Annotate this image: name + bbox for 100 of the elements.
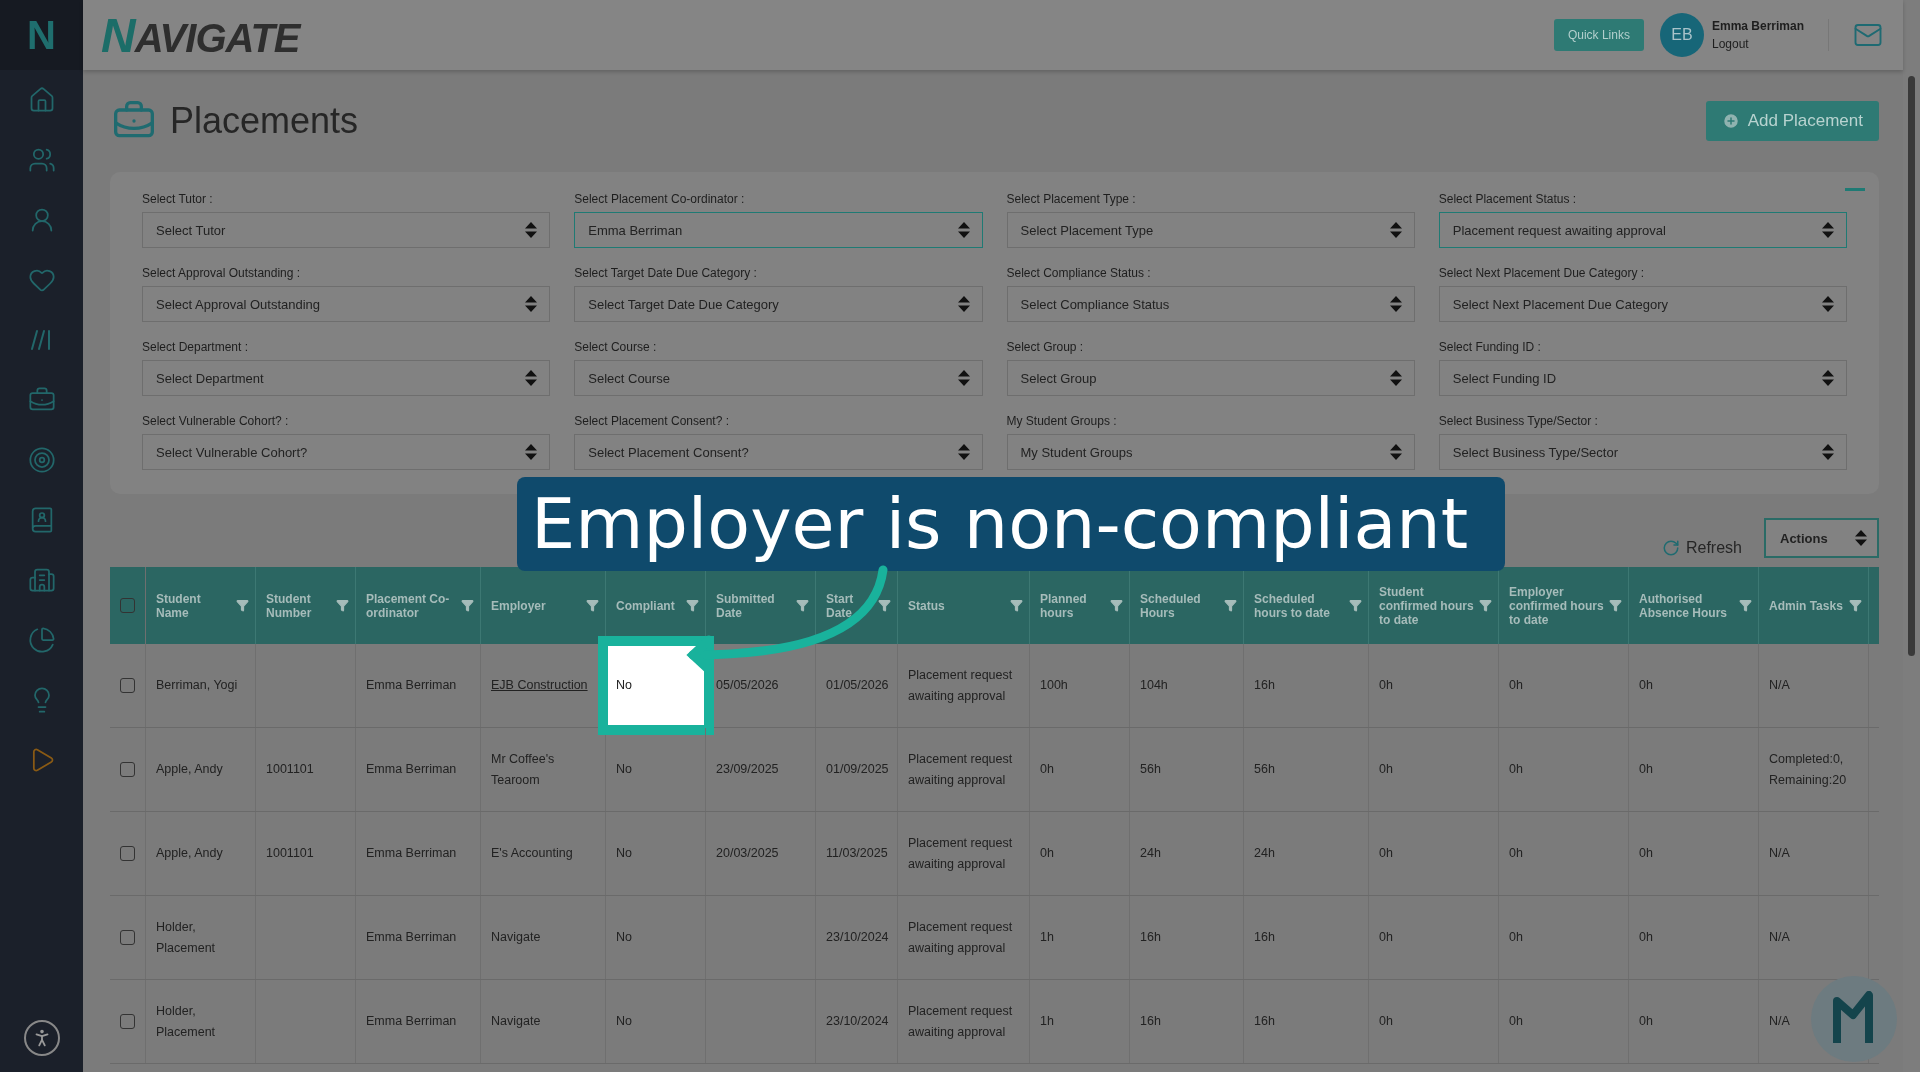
sort-caret-icon xyxy=(1822,222,1834,238)
table-cell-text: Navigate xyxy=(491,929,541,946)
table-cell-text: N/A xyxy=(1769,1013,1790,1030)
table-cell-text: Emma Berriman xyxy=(366,761,457,778)
filter-icon[interactable] xyxy=(336,599,349,612)
user-name: Emma Berriman xyxy=(1711,19,1804,33)
filter-select[interactable]: Select Placement Type xyxy=(1006,212,1415,248)
filter-label: Select Group : xyxy=(1006,340,1085,354)
user-avatar[interactable]: EB xyxy=(1659,13,1704,57)
row-checkbox[interactable] xyxy=(120,1014,135,1029)
filter-select[interactable]: Select Funding ID xyxy=(1438,360,1847,396)
table-cell-text: Placement request awaiting approval xyxy=(908,1002,1014,1041)
table-cell-text: 0h xyxy=(1639,677,1653,694)
refresh-icon xyxy=(1661,539,1680,557)
filter-select[interactable]: Emma Berriman xyxy=(574,212,983,248)
select-all-checkbox[interactable] xyxy=(120,598,135,613)
table-cell-text: 24h xyxy=(1140,845,1161,862)
filter-icon[interactable] xyxy=(1479,599,1492,612)
table-cell: No xyxy=(606,896,706,979)
filter-select[interactable]: Select Approval Outstanding xyxy=(142,286,551,322)
filter-label: Select Department : xyxy=(142,340,250,354)
table-cell-text: 104h xyxy=(1140,677,1168,694)
filter-select[interactable]: Select Business Type/Sector xyxy=(1438,434,1847,470)
actions-select[interactable]: Actions xyxy=(1764,518,1879,558)
table-cell-text: Holder, Placement xyxy=(156,918,217,957)
filter-icon[interactable] xyxy=(1609,599,1622,612)
table-cell-text: 0h xyxy=(1040,761,1054,778)
filter-select[interactable]: Select Tutor xyxy=(142,212,551,248)
sort-caret-icon xyxy=(525,444,538,460)
filter-select[interactable]: Select Placement Consent? xyxy=(574,434,983,470)
sort-caret-icon xyxy=(957,444,970,460)
column-header: Status xyxy=(908,598,946,613)
filter-icon[interactable] xyxy=(878,599,891,612)
accessibility-icon[interactable] xyxy=(23,1020,60,1056)
filter-label: Select Compliance Status : xyxy=(1006,266,1152,280)
column-header: Scheduled hours to date xyxy=(1254,591,1331,620)
column-header: Scheduled Hours xyxy=(1140,591,1202,620)
table-cell-text: Emma Berriman xyxy=(366,677,457,694)
table-cell-text: Placement request awaiting approval xyxy=(908,834,1014,873)
filter-icon[interactable] xyxy=(1110,599,1123,612)
filter-icon[interactable] xyxy=(1010,599,1023,612)
table-cell-text: 0h xyxy=(1639,761,1653,778)
filter-icon[interactable] xyxy=(1739,599,1752,612)
scrollbar-thumb[interactable] xyxy=(1908,76,1915,656)
table-cell-text: 56h xyxy=(1140,761,1161,778)
sort-caret-icon xyxy=(525,222,538,238)
table-cell-text: Emma Berriman xyxy=(366,1013,457,1030)
filter-select[interactable]: Select Department xyxy=(142,360,551,396)
filter-label: Select Tutor : xyxy=(142,192,214,206)
table-cell: No xyxy=(606,728,706,811)
table-cell-text: 1h xyxy=(1040,1013,1054,1030)
users-icon[interactable] xyxy=(27,146,56,174)
row-checkbox[interactable] xyxy=(120,846,135,861)
column-header: Compliant xyxy=(616,598,676,613)
filter-label: Select Placement Co-ordinator : xyxy=(574,192,746,206)
filter-icon[interactable] xyxy=(586,599,599,612)
navigate-logo: NAVIGATE xyxy=(101,7,300,63)
table-cell-text: Emma Berriman xyxy=(366,929,457,946)
employer-link[interactable]: EJB Construction xyxy=(491,675,588,696)
sort-caret-icon xyxy=(1389,370,1402,386)
table-cell-text: Placement request awaiting approval xyxy=(908,918,1014,957)
filter-icon[interactable] xyxy=(461,599,474,612)
column-header: Planned hours xyxy=(1040,591,1088,620)
filter-icon[interactable] xyxy=(1349,599,1362,612)
filter-select[interactable]: Placement request awaiting approval xyxy=(1438,212,1847,248)
logout-link[interactable]: Logout xyxy=(1711,37,1804,51)
filter-icon[interactable] xyxy=(1224,599,1237,612)
row-checkbox[interactable] xyxy=(120,762,135,777)
table-cell-text: 1001101 xyxy=(266,845,314,862)
row-checkbox[interactable] xyxy=(120,930,135,945)
table-cell-text: Navigate xyxy=(491,1013,541,1030)
filter-icon[interactable] xyxy=(1849,599,1862,612)
sidebar-logo[interactable]: N xyxy=(0,0,83,70)
filter-icon[interactable] xyxy=(686,599,699,612)
filter-select[interactable]: Select Vulnerable Cohort? xyxy=(142,434,551,470)
sort-caret-icon xyxy=(1822,370,1834,386)
add-placement-button[interactable]: Add Placement xyxy=(1705,101,1879,141)
quick-links-button[interactable]: Quick Links xyxy=(1553,19,1644,51)
table-cell-text: 16h xyxy=(1140,929,1161,946)
row-checkbox[interactable] xyxy=(120,678,135,693)
refresh-button[interactable]: Refresh xyxy=(1655,538,1748,558)
table-cell-text: 16h xyxy=(1254,677,1275,694)
filter-icon[interactable] xyxy=(236,599,249,612)
pie-chart-icon[interactable] xyxy=(27,626,56,654)
filter-select[interactable]: Select Target Date Due Category xyxy=(574,286,983,322)
table-cell-text: 0h xyxy=(1509,677,1523,694)
filter-select[interactable]: My Student Groups xyxy=(1006,434,1415,470)
table-cell-text: 56h xyxy=(1254,761,1275,778)
filter-icon[interactable] xyxy=(796,599,809,612)
filter-select[interactable]: Select Compliance Status xyxy=(1006,286,1415,322)
table-cell-text: 01/09/2025 xyxy=(826,761,889,778)
target-icon[interactable] xyxy=(27,446,56,474)
table-cell-text: 05/05/2026 xyxy=(716,677,779,694)
filter-select[interactable]: Select Group xyxy=(1006,360,1415,396)
sort-caret-icon xyxy=(525,296,538,312)
filter-select[interactable]: Select Course xyxy=(574,360,983,396)
building-icon[interactable] xyxy=(27,566,56,594)
table-cell-text: 0h xyxy=(1639,845,1653,862)
filter-select[interactable]: Select Next Placement Due Category xyxy=(1438,286,1847,322)
table-cell-text: Completed:0, Remaining:20 xyxy=(1769,750,1848,789)
